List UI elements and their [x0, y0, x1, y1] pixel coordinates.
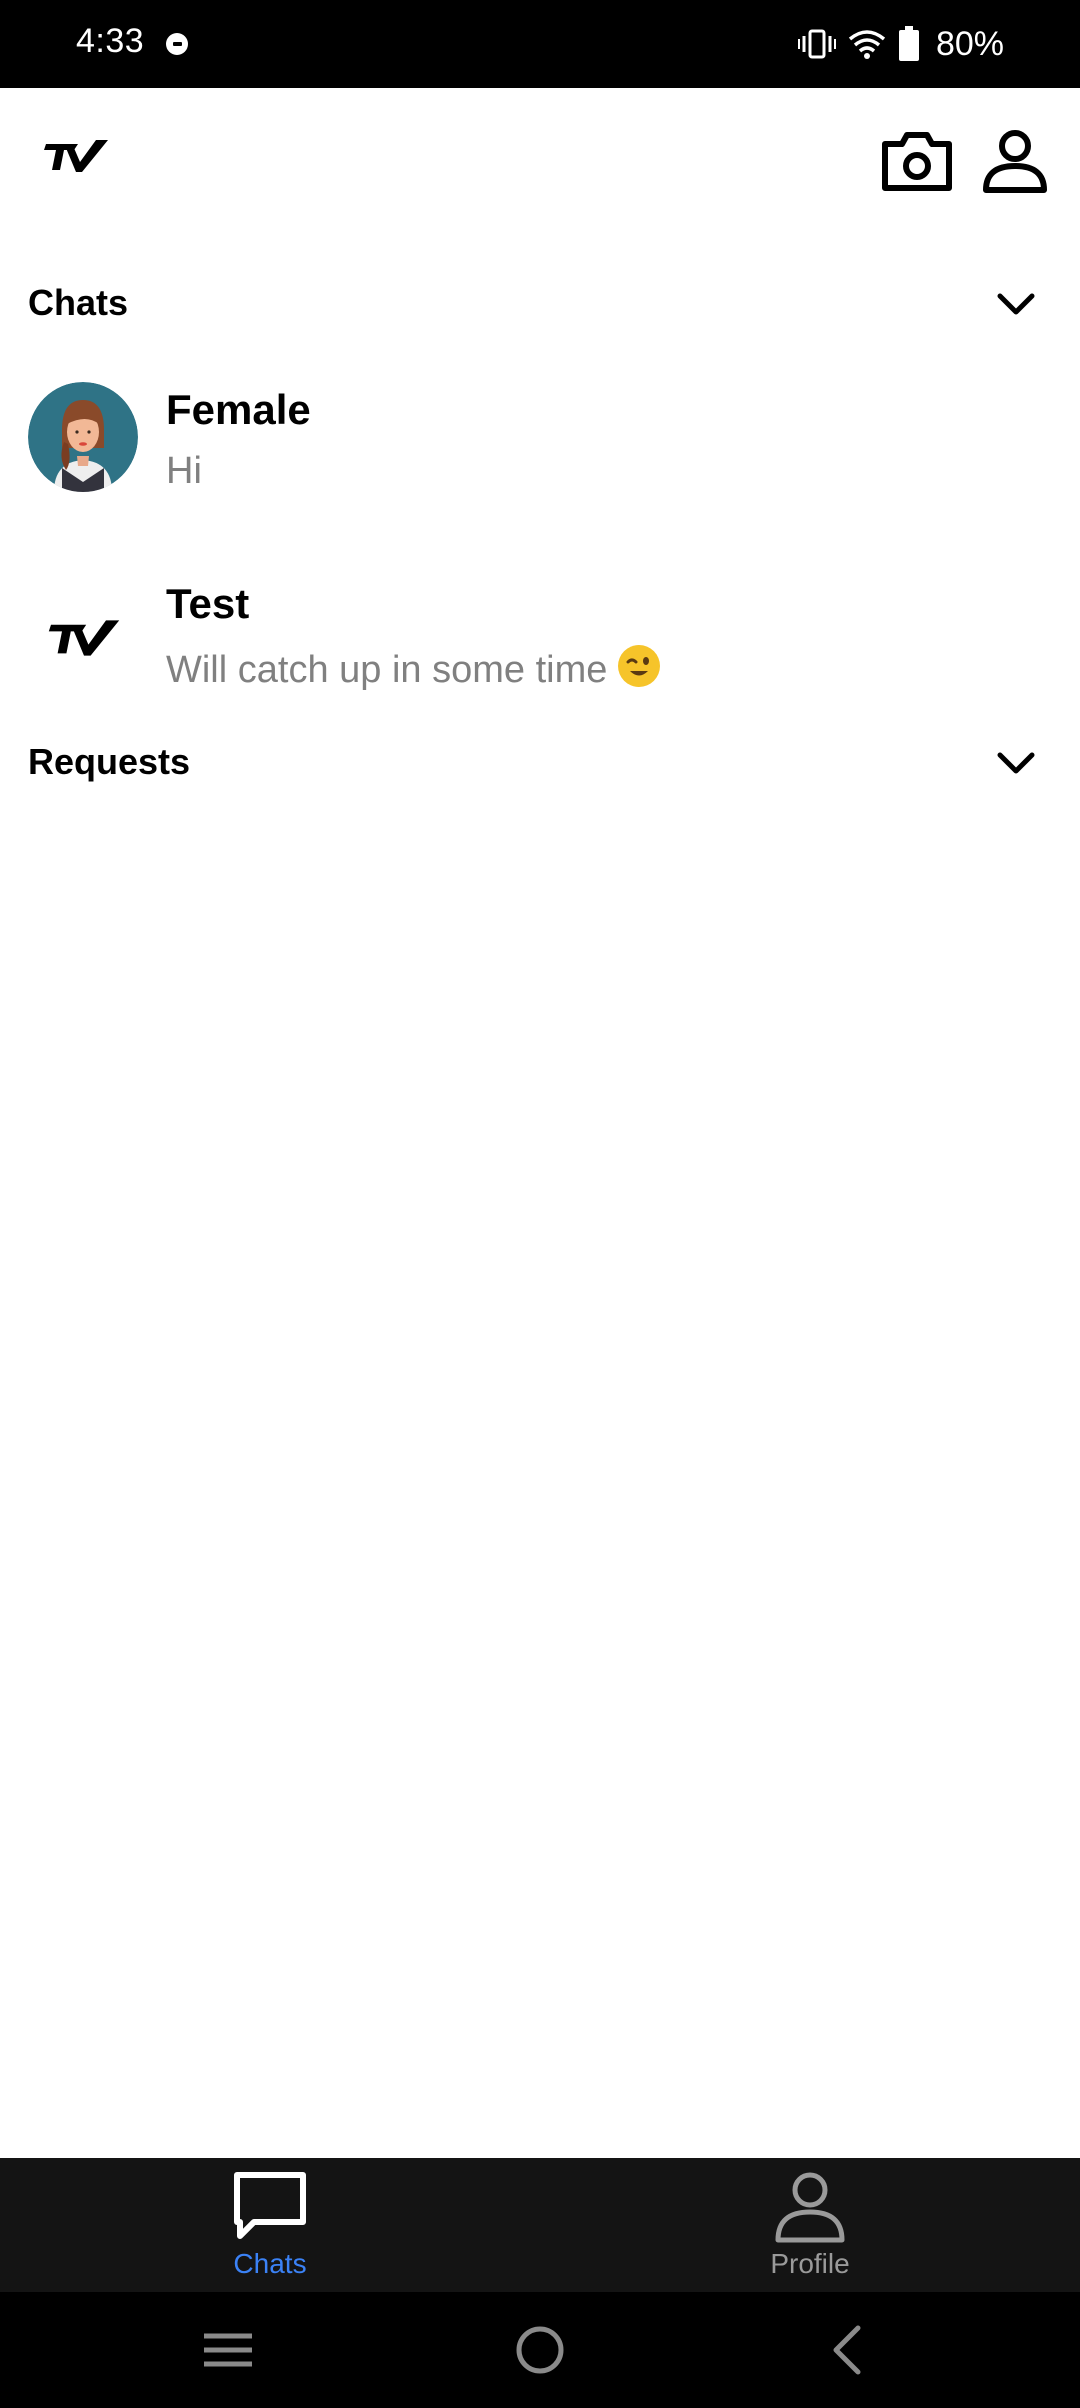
screen: 4:33 80% Chats Female Hi Test Will catch… — [0, 0, 1080, 2408]
female-avatar — [28, 382, 138, 492]
chat-item-test[interactable]: Test Will catch up in some time — [0, 556, 1080, 736]
notification-icon — [166, 33, 188, 55]
home-icon[interactable] — [508, 2320, 572, 2380]
nav-label-profile: Profile — [770, 2248, 850, 2279]
app-bar — [0, 88, 1080, 238]
recent-apps-icon[interactable] — [196, 2320, 260, 2380]
tv-logo-icon — [44, 140, 108, 172]
chats-section-header[interactable]: Chats — [0, 264, 1080, 344]
chat-last-message: Hi — [166, 450, 202, 492]
tv-logo-icon — [48, 620, 120, 656]
chat-name: Female — [166, 386, 311, 433]
camera-button[interactable] — [880, 128, 954, 194]
vibrate-icon — [797, 29, 836, 59]
status-bar: 4:33 80% — [0, 0, 1080, 88]
battery-percentage: 80% — [935, 24, 1004, 63]
chat-item-female[interactable]: Female Hi — [0, 362, 1080, 542]
profile-button[interactable] — [982, 128, 1048, 194]
chevron-down-icon[interactable] — [996, 290, 1036, 318]
nav-tab-profile[interactable]: Profile — [710, 2170, 910, 2290]
person-icon — [775, 2172, 845, 2243]
chat-last-message-row: Will catch up in some time — [166, 644, 661, 692]
status-time: 4:33 — [76, 22, 145, 60]
chat-name: Test — [166, 580, 250, 627]
requests-section-title: Requests — [28, 741, 191, 782]
chevron-down-icon[interactable] — [996, 749, 1036, 777]
nav-tab-chats[interactable]: Chats — [170, 2170, 370, 2290]
bottom-navigation: Chats Profile — [0, 2158, 1080, 2292]
chat-last-message: Will catch up in some time — [166, 649, 608, 691]
back-icon[interactable] — [816, 2320, 880, 2380]
system-navigation-bar — [0, 2292, 1080, 2408]
wifi-icon — [848, 30, 886, 59]
chat-bubble-icon — [234, 2172, 306, 2239]
nav-label-chats: Chats — [233, 2248, 307, 2279]
chats-section-title: Chats — [28, 282, 129, 323]
battery-icon — [898, 26, 919, 61]
status-indicators: 80% — [797, 22, 1004, 66]
wink-emoji — [618, 645, 661, 687]
requests-section-header[interactable]: Requests — [0, 723, 1080, 803]
